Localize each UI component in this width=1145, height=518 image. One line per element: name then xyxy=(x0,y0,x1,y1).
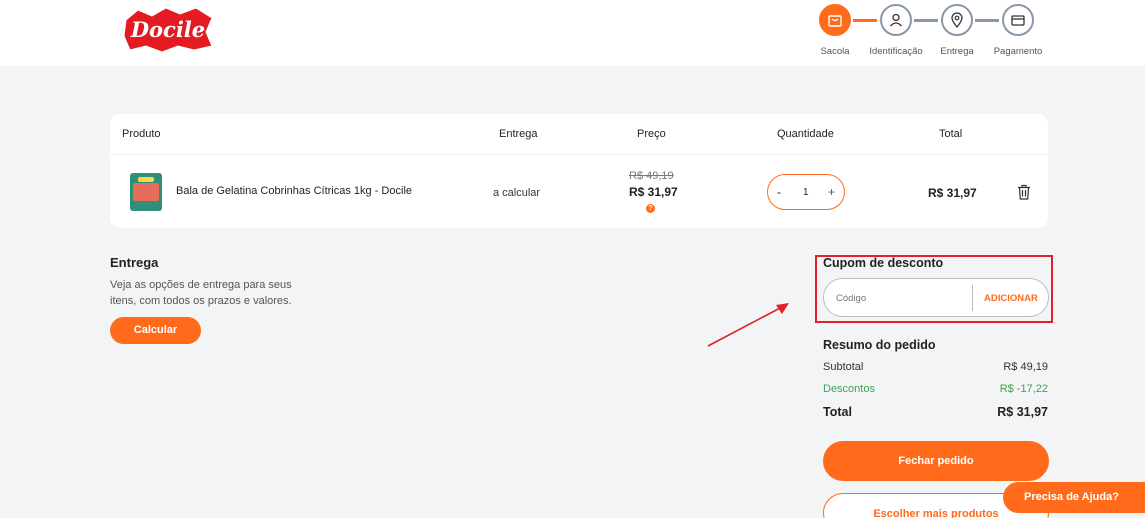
shipping-section-title: Entrega xyxy=(110,255,159,270)
quantity-value[interactable]: 1 xyxy=(803,187,809,198)
step-sacola[interactable]: Sacola xyxy=(800,4,870,57)
product-shipping: a calcular xyxy=(493,187,541,199)
col-quantity: Quantidade xyxy=(777,128,834,140)
total-label: Total xyxy=(823,405,852,419)
credit-card-icon xyxy=(1002,4,1034,36)
item-total: R$ 31,97 xyxy=(928,186,977,200)
checkout-button[interactable]: Fechar pedido xyxy=(823,441,1049,481)
add-coupon-button[interactable]: ADICIONAR xyxy=(984,293,1038,304)
cart-table: Produto Entrega Preço Quantidade Total B… xyxy=(110,114,1048,228)
subtotal-value: R$ 49,19 xyxy=(1003,361,1048,373)
step-label: Entrega xyxy=(940,46,974,57)
info-icon[interactable]: ? xyxy=(646,204,655,213)
subtotal-label: Subtotal xyxy=(823,361,864,373)
col-price: Preço xyxy=(637,128,666,140)
order-summary-title: Resumo do pedido xyxy=(823,338,936,352)
step-label: Sacola xyxy=(820,46,850,57)
user-icon xyxy=(880,4,912,36)
decrease-button[interactable]: - xyxy=(777,185,781,199)
coupon-field: ADICIONAR xyxy=(823,278,1049,317)
total-value: R$ 31,97 xyxy=(997,405,1048,419)
red-arrow-annotation xyxy=(707,303,789,347)
coupon-divider xyxy=(972,285,973,311)
discount-label: Descontos xyxy=(823,383,875,395)
shipping-section-description: Veja as opções de entrega para seus iten… xyxy=(110,279,292,307)
step-entrega[interactable]: Entrega xyxy=(922,4,992,57)
step-label: Pagamento xyxy=(993,46,1043,57)
svg-text:Docile: Docile xyxy=(130,17,205,42)
coupon-input[interactable] xyxy=(836,289,966,307)
bag-icon xyxy=(819,4,851,36)
col-shipping: Entrega xyxy=(499,128,538,140)
coupon-title: Cupom de desconto xyxy=(823,256,944,270)
checkout-steps: Sacola Identificação Entrega Pagamento xyxy=(810,4,1050,62)
help-button[interactable]: Precisa de Ajuda? xyxy=(1003,482,1145,513)
header: Docile Sacola Identificação Entrega Paga… xyxy=(0,0,1145,66)
cart-table-header: Produto Entrega Preço Quantidade Total xyxy=(110,114,1048,155)
step-pagamento[interactable]: Pagamento xyxy=(983,4,1053,57)
trash-icon[interactable] xyxy=(1017,184,1031,200)
quantity-stepper: - 1 + xyxy=(767,174,845,210)
col-product: Produto xyxy=(122,128,161,140)
location-pin-icon xyxy=(941,4,973,36)
col-total: Total xyxy=(939,128,963,140)
product-image[interactable] xyxy=(130,173,162,211)
docile-logo[interactable]: Docile xyxy=(120,6,216,54)
price-new: R$ 31,97 xyxy=(629,185,678,199)
step-label: Identificação xyxy=(869,46,923,57)
discount-value: R$ -17,22 xyxy=(999,383,1048,395)
increase-button[interactable]: + xyxy=(828,185,835,199)
step-identificacao[interactable]: Identificação xyxy=(861,4,931,57)
calculate-shipping-button[interactable]: Calcular xyxy=(110,317,201,344)
price-old: R$ 49,19 xyxy=(629,170,674,182)
product-name[interactable]: Bala de Gelatina Cobrinhas Cítricas 1kg … xyxy=(176,185,412,197)
